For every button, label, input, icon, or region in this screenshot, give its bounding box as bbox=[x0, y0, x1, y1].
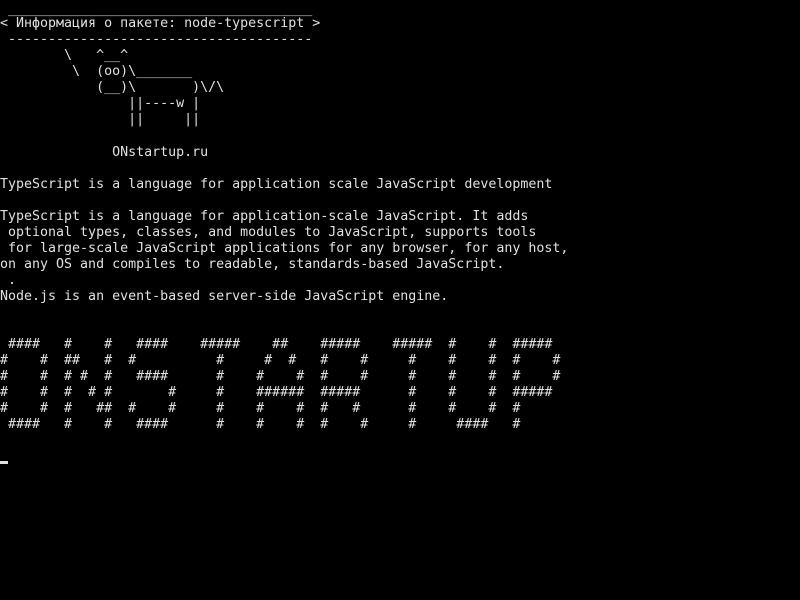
cowsay-border-bottom: -------------------------------------- bbox=[0, 32, 313, 47]
banner-line: # # # # # # # ###### ##### # # # ##### bbox=[0, 385, 553, 400]
banner-line: #### # # #### # # # # # # #### # bbox=[0, 417, 521, 432]
text-cursor bbox=[0, 461, 8, 464]
cow-ascii-line: \ ^__^ bbox=[0, 48, 129, 63]
package-description-line: Node.js is an event-based server-side Ja… bbox=[0, 289, 449, 304]
cow-ascii-line: \ (oo)\_______ bbox=[0, 64, 193, 79]
package-description-line: for large-scale JavaScript applications … bbox=[0, 241, 569, 256]
cow-ascii-line: (__)\ )\/\ bbox=[0, 80, 225, 95]
package-description-line: . bbox=[0, 273, 17, 288]
cow-ascii-line: || || bbox=[0, 112, 201, 127]
banner-line: # # # ## # # # # # # # # # # # bbox=[0, 401, 521, 416]
terminal-window[interactable]: ______________________________________ <… bbox=[0, 0, 800, 600]
banner-line: # # ## # # # # # # # # # # # # bbox=[0, 353, 561, 368]
package-description-line: on any OS and compiles to readable, stan… bbox=[0, 257, 505, 272]
cow-ascii-line: ||----w | bbox=[0, 96, 201, 111]
banner-line: #### # # #### ##### ## ##### ##### # # #… bbox=[0, 337, 553, 352]
package-summary: TypeScript is a language for application… bbox=[0, 177, 553, 192]
banner-line: # # # # # #### # # # # # # # # # # bbox=[0, 369, 561, 384]
package-description-line: TypeScript is a language for application… bbox=[0, 209, 529, 224]
cowsay-message: < Информация о пакете: node-typescript > bbox=[0, 16, 321, 31]
site-label: ONstartup.ru bbox=[0, 145, 209, 160]
package-description-line: optional types, classes, and modules to … bbox=[0, 225, 537, 240]
